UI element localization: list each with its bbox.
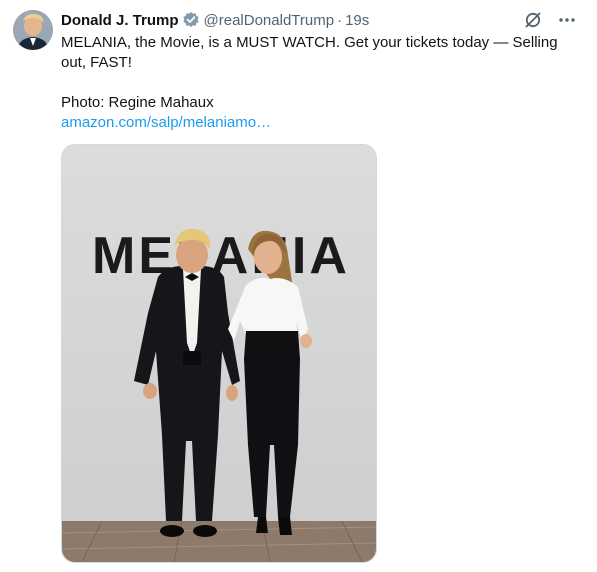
tweet-text: MELANIA, the Movie, is a MUST WATCH. Get… [61, 34, 558, 71]
photo-credit: Photo: Regine Mahaux [61, 94, 214, 111]
separator-dot: · [337, 11, 343, 29]
timestamp[interactable]: 19s [345, 12, 369, 29]
tweet-header: Donald J. Trump @realDonaldTrump · 19s [61, 10, 369, 30]
avatar[interactable] [13, 10, 53, 50]
tweet-photo[interactable]: MELANIA [61, 144, 377, 563]
grok-icon[interactable] [523, 10, 543, 30]
author-name[interactable]: Donald J. Trump [61, 12, 179, 29]
verified-badge-icon [182, 11, 200, 29]
more-icon[interactable] [557, 10, 577, 30]
tweet-link[interactable]: amazon.com/salp/melaniamo… [61, 114, 271, 131]
tweet[interactable]: Donald J. Trump @realDonaldTrump · 19s M… [0, 0, 597, 572]
tweet-body: MELANIA, the Movie, is a MUST WATCH. Get… [61, 33, 571, 133]
author-handle[interactable]: @realDonaldTrump [204, 12, 335, 29]
tweet-actions [523, 10, 577, 30]
